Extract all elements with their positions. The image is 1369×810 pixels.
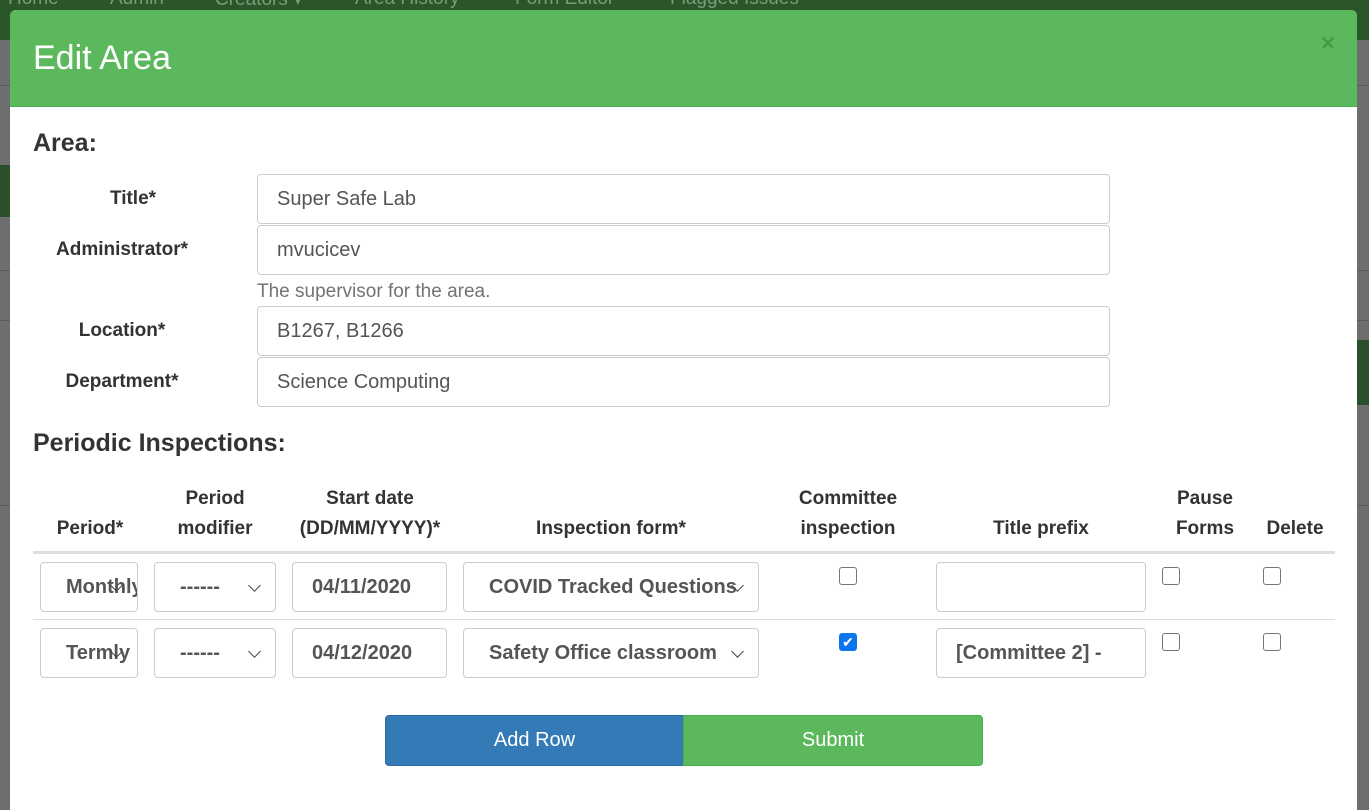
submit-button[interactable]: Submit — [683, 715, 983, 766]
location-input[interactable]: B1267, B1266 — [257, 306, 1110, 356]
modal-title: Edit Area — [33, 39, 171, 77]
administrator-input[interactable]: mvucicev — [257, 225, 1110, 275]
title-prefix-input[interactable]: [Committee 2] - — [936, 628, 1146, 678]
close-icon[interactable]: × — [1321, 30, 1335, 58]
nav-form-editor: Form Editor — [515, 0, 614, 10]
department-label: Department* — [65, 371, 179, 392]
col-period-modifier: Period modifier — [177, 488, 253, 539]
col-committee-inspection: Committee inspection — [798, 488, 898, 539]
col-delete: Delete — [1266, 518, 1324, 539]
administrator-label: Administrator* — [56, 239, 188, 260]
nav-area-history: Area History — [355, 0, 460, 10]
backdrop-band — [0, 165, 10, 217]
nav-home: Home — [8, 0, 59, 10]
area-heading: Area: — [33, 129, 97, 157]
col-start-date: Start date (DD/MM/YYYY)* — [299, 488, 441, 539]
inspection-form-select[interactable]: Safety Office classroom — [463, 628, 759, 678]
committee-checkbox[interactable] — [839, 567, 857, 585]
title-prefix-input[interactable] — [936, 562, 1146, 612]
pause-forms-checkbox[interactable] — [1162, 567, 1180, 585]
modal-header: Edit Area × — [10, 10, 1357, 107]
delete-checkbox[interactable] — [1263, 633, 1281, 651]
backdrop-band — [1357, 340, 1369, 405]
col-inspection-form: Inspection form* — [536, 518, 686, 539]
start-date-input[interactable]: 04/12/2020 — [292, 628, 447, 678]
inspections-heading: Periodic Inspections: — [33, 429, 286, 457]
department-input[interactable]: Science Computing — [257, 357, 1110, 407]
pause-forms-checkbox[interactable] — [1162, 633, 1180, 651]
title-input[interactable]: Super Safe Lab — [257, 174, 1110, 224]
col-title-prefix: Title prefix — [993, 518, 1089, 539]
committee-checkbox-checked[interactable]: ✔ — [839, 633, 857, 651]
delete-checkbox[interactable] — [1263, 567, 1281, 585]
col-pause-forms: Pause Forms — [1175, 488, 1235, 539]
location-label: Location* — [78, 320, 166, 341]
period-select[interactable]: Termly — [40, 628, 138, 678]
period-modifier-select[interactable]: ------ — [154, 628, 276, 678]
check-icon: ✔ — [842, 634, 854, 650]
period-select[interactable]: Monthly — [40, 562, 138, 612]
add-row-button[interactable]: Add Row — [385, 715, 684, 766]
start-date-input[interactable]: 04/11/2020 — [292, 562, 447, 612]
nav-flagged-issues: Flagged Issues — [670, 0, 799, 10]
edit-area-modal: Edit Area × Area: Title* Super Safe Lab … — [10, 10, 1357, 810]
period-modifier-select[interactable]: ------ — [154, 562, 276, 612]
administrator-help: The supervisor for the area. — [257, 281, 491, 302]
inspection-form-select[interactable]: COVID Tracked Questions — [463, 562, 759, 612]
row-divider — [33, 619, 1335, 620]
col-period: Period* — [56, 518, 124, 539]
nav-admin: Admin — [110, 0, 164, 10]
title-label: Title* — [109, 188, 157, 209]
table-header-divider — [33, 551, 1335, 554]
